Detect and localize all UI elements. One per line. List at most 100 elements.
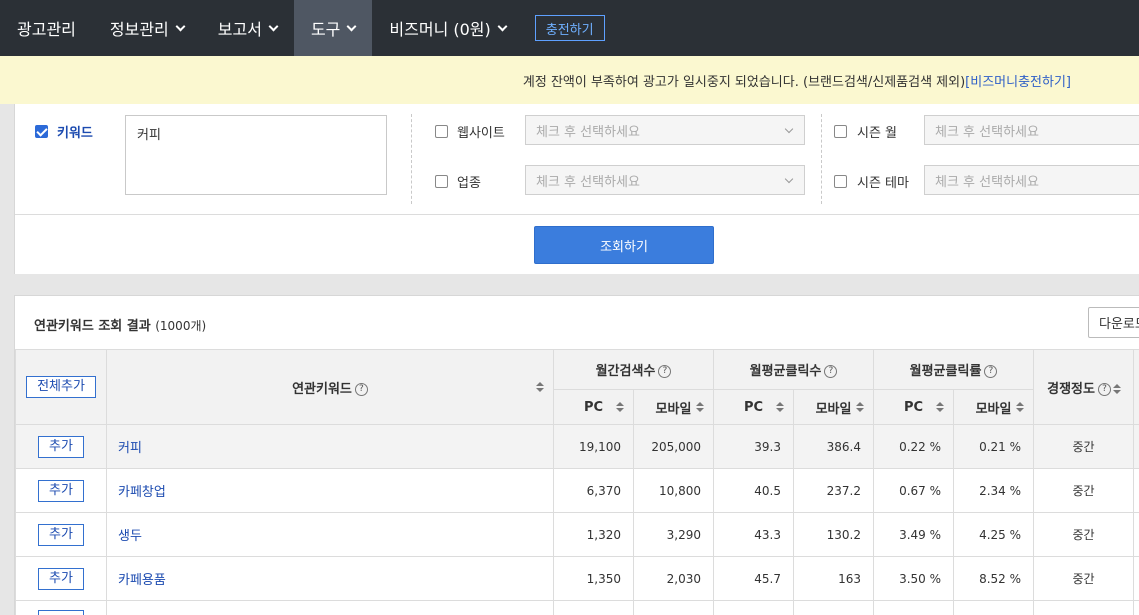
monthly-clicks-header: 월평균클릭수? <box>712 349 875 390</box>
search-mobile-header[interactable]: 모바일 <box>633 389 714 425</box>
sort-icon[interactable] <box>776 402 784 413</box>
sort-icon[interactable] <box>936 402 945 413</box>
table-row: 추가 커피 19,100 205,000 39.3 386.4 0.22 % 0… <box>15 424 1139 469</box>
divider <box>411 114 412 204</box>
website-checkbox[interactable] <box>435 125 448 138</box>
competition-cell: 중간 <box>1033 468 1135 513</box>
nav-bizmoney[interactable]: 비즈머니 (0원) <box>372 0 522 56</box>
click-mobile-cell: 130.2 <box>792 512 875 557</box>
nav-tools[interactable]: 도구 <box>293 0 373 56</box>
season-theme-checkbox[interactable] <box>834 175 847 188</box>
balance-notice: 계정 잔액이 부족하여 광고가 일시중지 되었습니다. (브랜드검색/신제품검색… <box>0 56 1139 104</box>
sort-icon[interactable] <box>696 402 704 413</box>
season-month-checkbox[interactable] <box>834 125 847 138</box>
help-icon[interactable]: ? <box>658 365 672 378</box>
help-icon[interactable]: ? <box>824 365 838 378</box>
table-row: 추가 카페창업 6,370 10,800 40.5 237.2 0.67 % 2… <box>15 468 1139 513</box>
search-pc-cell: 1,320 <box>553 512 634 557</box>
click-pc-cell: 40.5 <box>713 468 794 513</box>
search-mobile-cell: 10,800 <box>633 468 714 513</box>
keyword-label: 키워드 <box>57 126 93 141</box>
competition-cell: 중간 <box>1033 424 1135 469</box>
chevron-down-icon <box>175 21 186 31</box>
search-mobile-cell: 3,290 <box>633 512 714 557</box>
click-mobile-cell: 163 <box>792 556 875 601</box>
results-panel: 연관키워드 조회 결과 (1000개) 다운로드 전체추가 연관키워드? 월간검… <box>14 295 1139 615</box>
ctr-mobile-cell: 8.52 % <box>953 556 1035 601</box>
season-theme-label: 시즌 테마 <box>857 176 909 191</box>
chevron-down-icon <box>346 21 357 31</box>
results-title: 연관키워드 조회 결과 (1000개) <box>34 319 207 334</box>
season-theme-select[interactable]: 체크 후 선택하세요 <box>924 165 1139 195</box>
industry-select[interactable]: 체크 후 선택하세요 <box>525 165 805 195</box>
nav-info-management[interactable]: 정보관리 <box>93 0 201 56</box>
chevron-down-icon <box>784 174 794 184</box>
ctr-mobile-cell: 2.34 % <box>953 468 1035 513</box>
add-button[interactable]: 추가 <box>38 435 84 458</box>
table-row: 추가 카페용품 1,350 2,030 45.7 163 3.50 % 8.52… <box>15 556 1139 601</box>
click-mobile-cell: 386.4 <box>792 424 875 469</box>
add-all-button[interactable]: 전체추가 <box>26 376 96 398</box>
help-icon[interactable]: ? <box>354 382 368 396</box>
click-pc-cell: 45.7 <box>713 556 794 601</box>
divider <box>15 214 1139 215</box>
extra-header <box>1133 349 1139 425</box>
filter-panel: 키워드 커피 웹사이트 체크 후 선택하세요 업종 체크 후 선택하세요 시즌 … <box>14 104 1139 274</box>
add-all-header: 전체추가 <box>15 349 107 425</box>
nav-ad-management[interactable]: 광고관리 <box>0 0 93 56</box>
website-label: 웹사이트 <box>457 126 505 141</box>
ctr-pc-cell: 3.49 % <box>873 512 955 557</box>
help-icon[interactable]: ? <box>1097 382 1111 396</box>
top-nav: 광고관리 정보관리 보고서 도구 비즈머니 (0원) 충전하기 <box>0 0 1139 56</box>
search-pc-header[interactable]: PC <box>553 389 634 425</box>
add-button[interactable] <box>38 610 84 615</box>
sort-icon[interactable] <box>1112 383 1121 395</box>
keyword-cell[interactable]: 카페용품 <box>106 556 554 601</box>
competition-header[interactable]: 경쟁정도? <box>1033 349 1135 425</box>
ctr-mobile-cell: 0.21 % <box>953 424 1035 469</box>
keyword-cell[interactable]: 카페창업 <box>106 468 554 513</box>
keyword-checkbox[interactable] <box>35 125 48 138</box>
industry-checkbox[interactable] <box>435 175 448 188</box>
click-mobile-header[interactable]: 모바일 <box>792 389 875 425</box>
keyword-cell[interactable]: 생두 <box>106 512 554 557</box>
sort-icon[interactable] <box>536 382 544 393</box>
results-count: (1000개) <box>155 319 207 333</box>
table-row: 추가 생두 1,320 3,290 43.3 130.2 3.49 % 4.25… <box>15 512 1139 557</box>
ctr-mobile-header[interactable]: 모바일 <box>953 389 1035 425</box>
ctr-pc-header[interactable]: PC <box>873 389 955 425</box>
add-button[interactable]: 추가 <box>38 567 84 590</box>
search-mobile-cell: 205,000 <box>633 424 714 469</box>
notice-text: 계정 잔액이 부족하여 광고가 일시중지 되었습니다. (브랜드검색/신제품검색… <box>522 74 966 90</box>
keyword-cell[interactable]: 커피 <box>106 424 554 469</box>
nav-reports[interactable]: 보고서 <box>201 0 294 56</box>
website-select[interactable]: 체크 후 선택하세요 <box>525 115 805 145</box>
keyword-input[interactable]: 커피 <box>125 115 387 195</box>
charge-button[interactable]: 충전하기 <box>534 15 605 41</box>
monthly-ctr-header: 월평균클릭률? <box>873 349 1035 390</box>
sort-icon[interactable] <box>856 402 865 413</box>
sort-icon[interactable] <box>1016 402 1025 413</box>
click-pc-cell: 39.3 <box>713 424 794 469</box>
monthly-search-header: 월간검색수? <box>553 349 714 390</box>
bizmoney-charge-link[interactable]: [비즈머니충전하기] <box>965 71 1071 90</box>
click-pc-header[interactable]: PC <box>713 389 794 425</box>
help-icon[interactable]: ? <box>984 365 998 378</box>
keyword-header[interactable]: 연관키워드? <box>106 349 554 425</box>
ctr-pc-cell: 3.50 % <box>873 556 955 601</box>
add-button[interactable]: 추가 <box>38 479 84 502</box>
ctr-pc-cell: 0.22 % <box>873 424 955 469</box>
chevron-down-icon <box>497 21 508 31</box>
sort-icon[interactable] <box>616 402 624 413</box>
search-button[interactable]: 조회하기 <box>534 226 714 264</box>
table-row <box>15 600 1139 615</box>
download-button[interactable]: 다운로드 <box>1088 307 1139 338</box>
add-button[interactable]: 추가 <box>38 523 84 546</box>
click-mobile-cell: 237.2 <box>792 468 875 513</box>
ctr-pc-cell: 0.67 % <box>873 468 955 513</box>
search-mobile-cell: 2,030 <box>633 556 714 601</box>
industry-label: 업종 <box>457 176 481 191</box>
competition-cell: 중간 <box>1033 556 1135 601</box>
chevron-down-icon <box>268 21 279 31</box>
season-month-select[interactable]: 체크 후 선택하세요 <box>924 115 1139 145</box>
